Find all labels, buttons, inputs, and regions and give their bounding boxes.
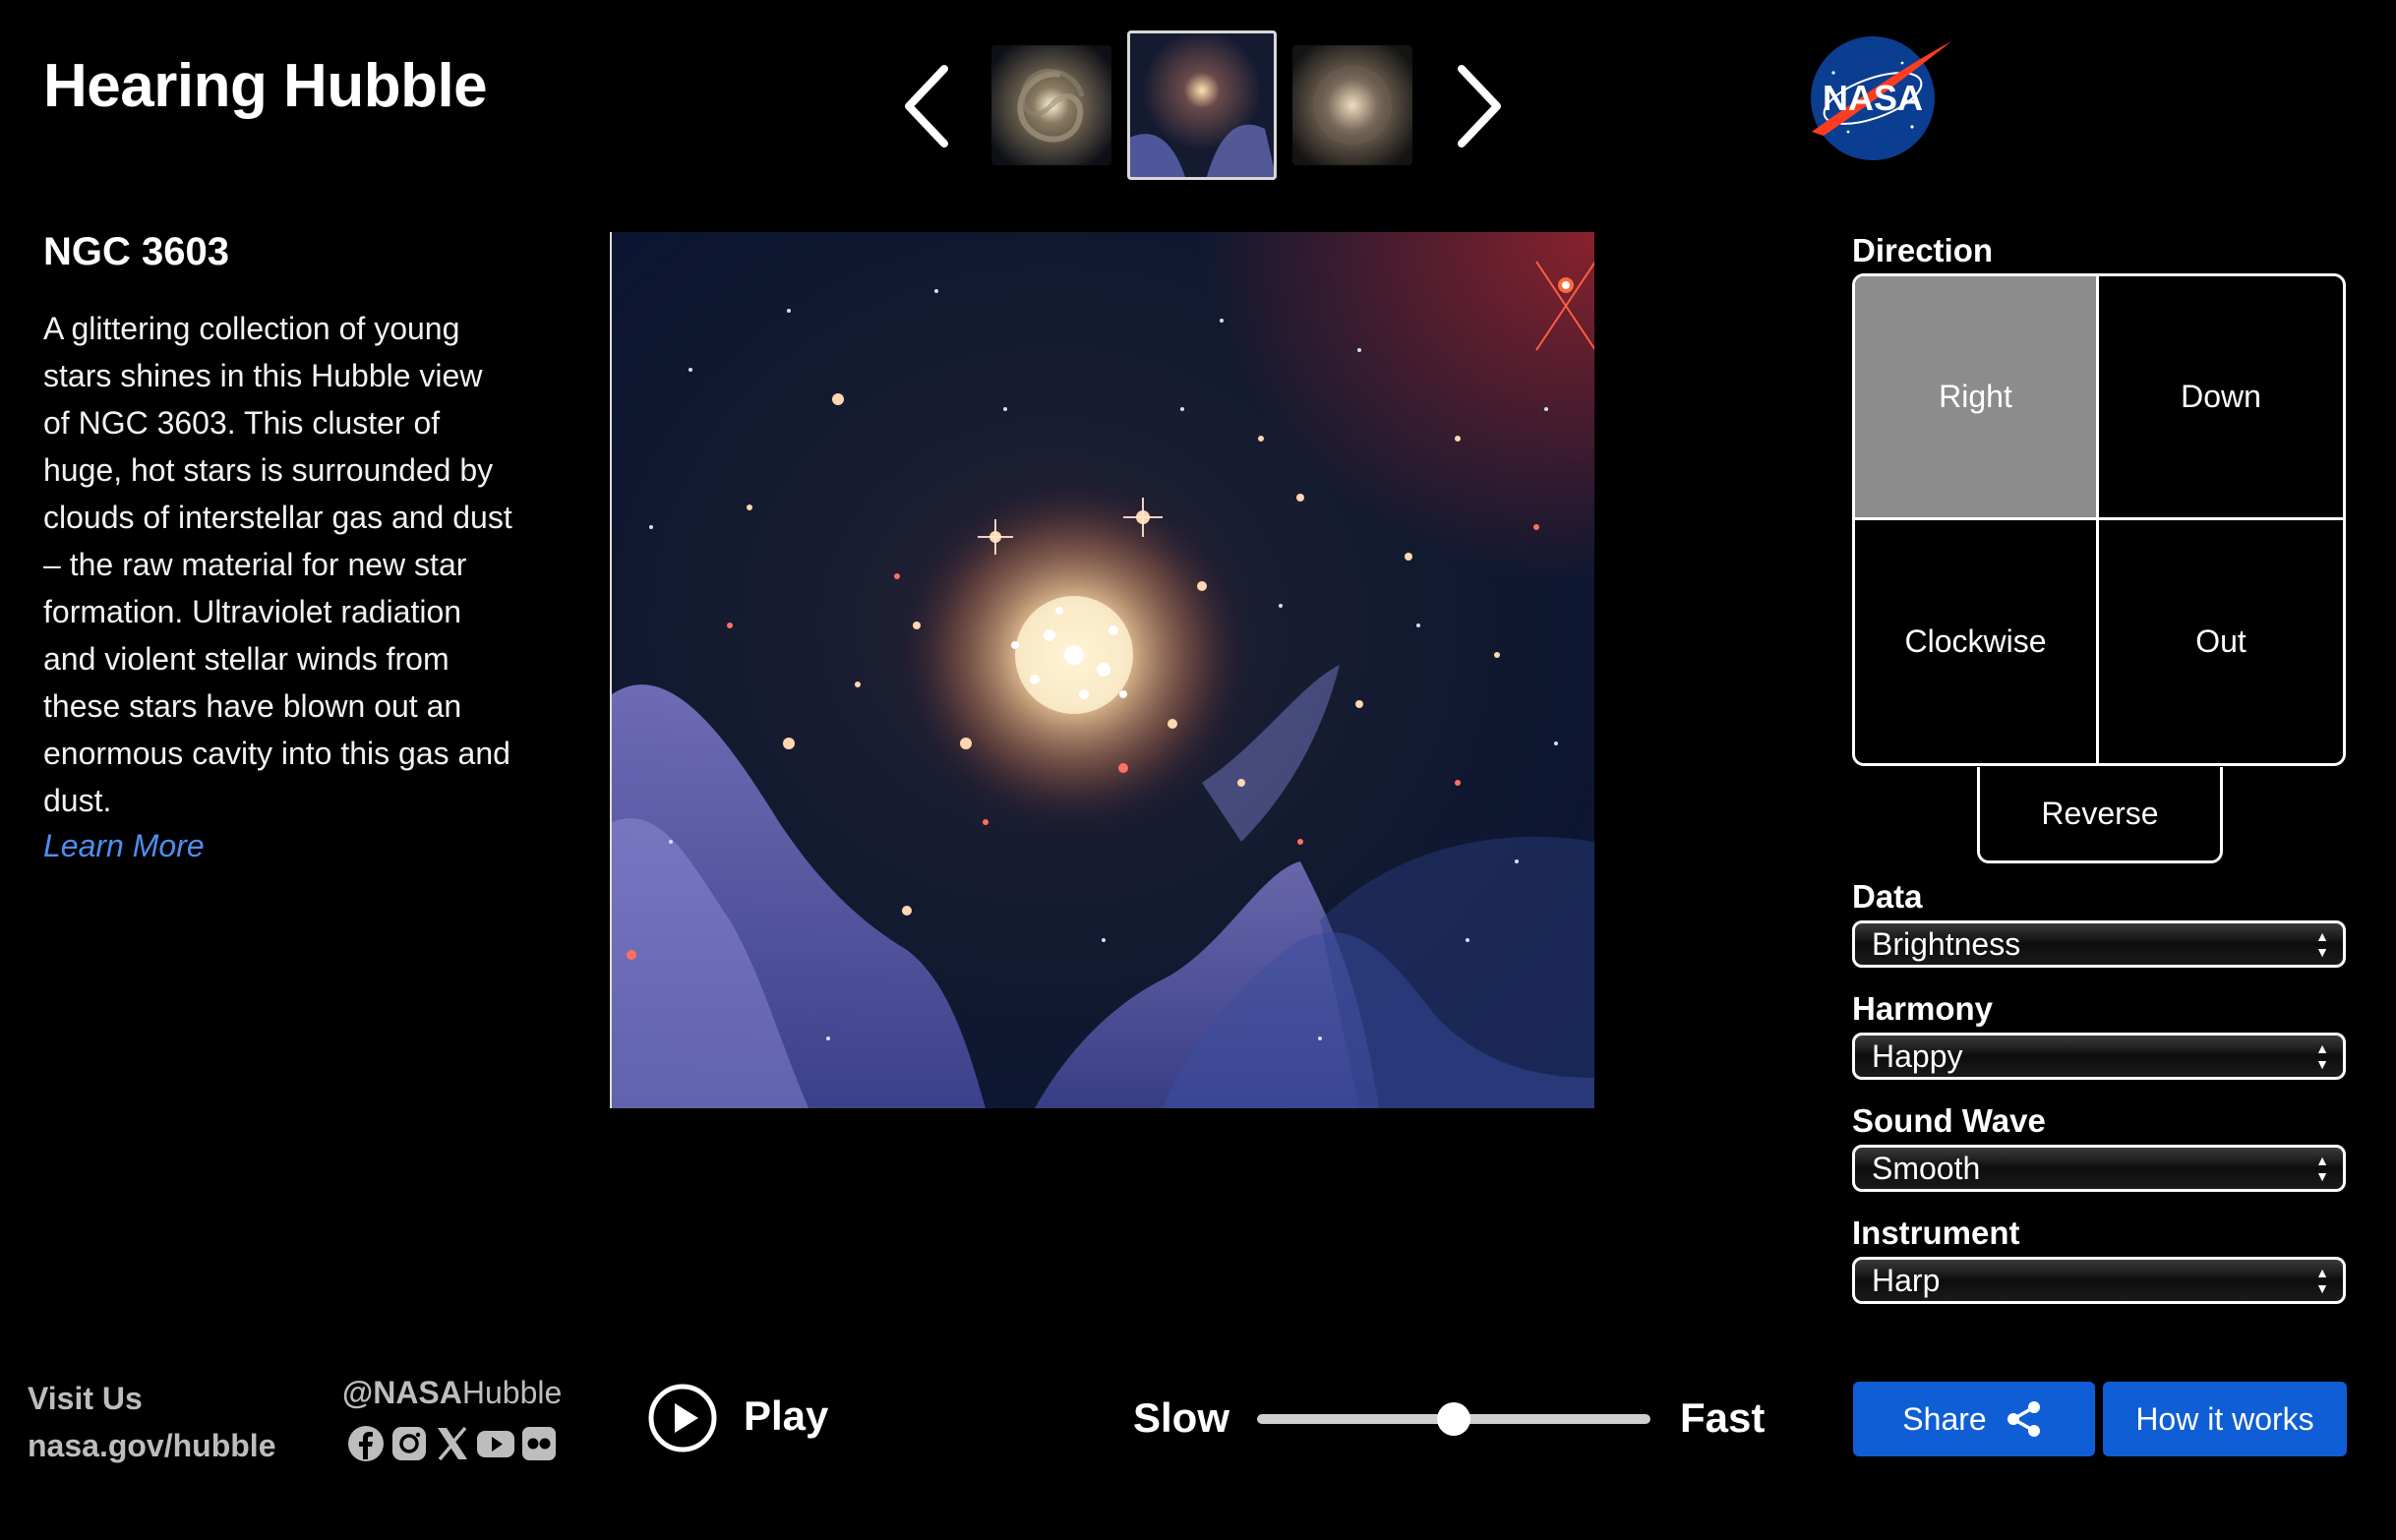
instagram-icon[interactable] — [389, 1424, 429, 1463]
direction-clockwise-button[interactable]: Clockwise — [1855, 519, 2099, 763]
nasa-logo-icon: NASA — [1811, 36, 1951, 160]
sound-wave-select[interactable]: Smooth ▲ ▼ — [1852, 1145, 2346, 1192]
thumbnail-spiral-galaxy[interactable] — [991, 45, 1111, 165]
thumbnail-ngc-3603[interactable] — [1127, 30, 1277, 180]
visit-url-link[interactable]: nasa.gov/hubble — [28, 1422, 275, 1469]
instrument-select[interactable]: Harp ▲ ▼ — [1852, 1257, 2346, 1304]
visit-us: Visit Us nasa.gov/hubble — [28, 1375, 275, 1469]
select-caret-icon: ▲ ▼ — [2315, 1040, 2329, 1072]
speed-slow-label: Slow — [1133, 1394, 1230, 1441]
direction-grid: Right Down Clockwise Out — [1852, 273, 2346, 766]
harmony-label: Harmony — [1852, 990, 1994, 1027]
prev-arrow-icon[interactable] — [895, 59, 964, 153]
facebook-icon[interactable] — [346, 1424, 386, 1463]
instrument-select-value: Harp — [1872, 1263, 1941, 1298]
handle-bold: @NASA — [342, 1375, 462, 1410]
harmony-select-value: Happy — [1872, 1038, 1963, 1074]
play-button-label[interactable]: Play — [744, 1392, 828, 1440]
speed-fast-label: Fast — [1680, 1394, 1766, 1441]
object-title: NGC 3603 — [43, 230, 229, 273]
youtube-icon[interactable] — [476, 1424, 515, 1463]
sound-wave-label: Sound Wave — [1852, 1102, 2046, 1139]
instrument-label: Instrument — [1852, 1214, 2020, 1251]
data-select[interactable]: Brightness ▲ ▼ — [1852, 920, 2346, 968]
sound-wave-select-value: Smooth — [1872, 1151, 1981, 1186]
x-icon[interactable] — [433, 1424, 472, 1463]
flickr-icon[interactable] — [519, 1424, 559, 1463]
reverse-button[interactable]: Reverse — [1977, 767, 2223, 863]
social-handle[interactable]: @NASAHubble — [342, 1375, 562, 1411]
handle-rest: Hubble — [461, 1375, 563, 1410]
share-button[interactable]: Share — [1853, 1382, 2095, 1456]
object-description: A glittering collection of young stars s… — [43, 311, 512, 818]
svg-text:NASA: NASA — [1823, 78, 1923, 118]
next-arrow-icon[interactable] — [1442, 59, 1511, 153]
play-icon[interactable] — [647, 1383, 718, 1453]
app-title: Hearing Hubble — [43, 52, 488, 120]
data-label: Data — [1852, 878, 1923, 915]
how-it-works-button[interactable]: How it works — [2103, 1382, 2347, 1456]
select-caret-icon: ▲ ▼ — [2315, 1265, 2329, 1296]
speed-slider-thumb[interactable] — [1437, 1402, 1470, 1436]
ngc-3603-image[interactable] — [612, 232, 1594, 1108]
thumbnail-face-on-galaxy[interactable] — [1292, 45, 1412, 165]
direction-out-button[interactable]: Out — [2099, 520, 2343, 764]
data-select-value: Brightness — [1872, 926, 2021, 962]
direction-right-button[interactable]: Right — [1855, 276, 2099, 520]
harmony-select[interactable]: Happy ▲ ▼ — [1852, 1033, 2346, 1080]
share-icon — [2007, 1401, 2040, 1437]
select-caret-icon: ▲ ▼ — [2315, 928, 2329, 960]
direction-down-button[interactable]: Down — [2099, 276, 2343, 520]
select-caret-icon: ▲ ▼ — [2315, 1153, 2329, 1184]
visit-us-label: Visit Us — [28, 1381, 143, 1416]
learn-more-link[interactable]: Learn More — [43, 828, 205, 864]
direction-label: Direction — [1852, 232, 1994, 268]
share-button-label: Share — [1902, 1400, 1987, 1437]
